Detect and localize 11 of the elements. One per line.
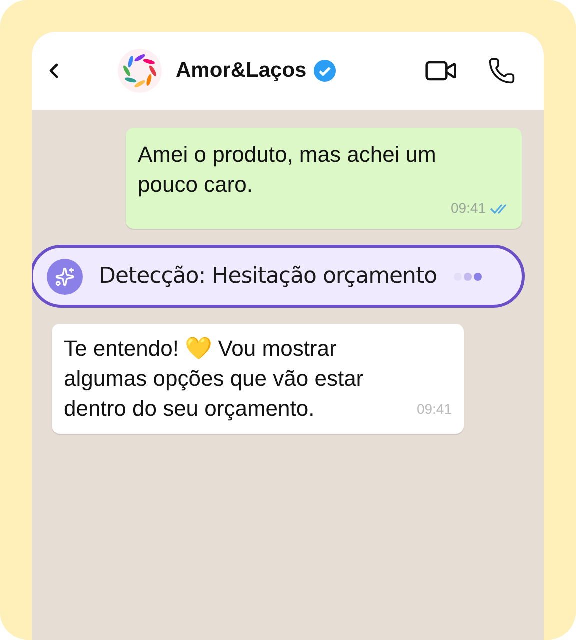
message-time: 09:41 [450,199,486,218]
detection-text: Detecção: Hesitação orçamento [99,263,438,291]
sparkle-glyph-icon [55,266,75,286]
message-time: 09:41 [416,400,452,419]
brand-logo-icon [118,49,162,93]
message-text: Te entendo! 💛 Vou mostrar algumas opções que vão estar dentro do seu orçamento. [64,335,365,423]
phone-icon [488,57,516,85]
typing-dots-icon [453,272,484,282]
message-text: Amei o produto, mas achei um pouco caro. [138,141,438,199]
phone-call-button[interactable] [488,57,516,85]
contact-name: Amor&Laços [176,58,307,84]
